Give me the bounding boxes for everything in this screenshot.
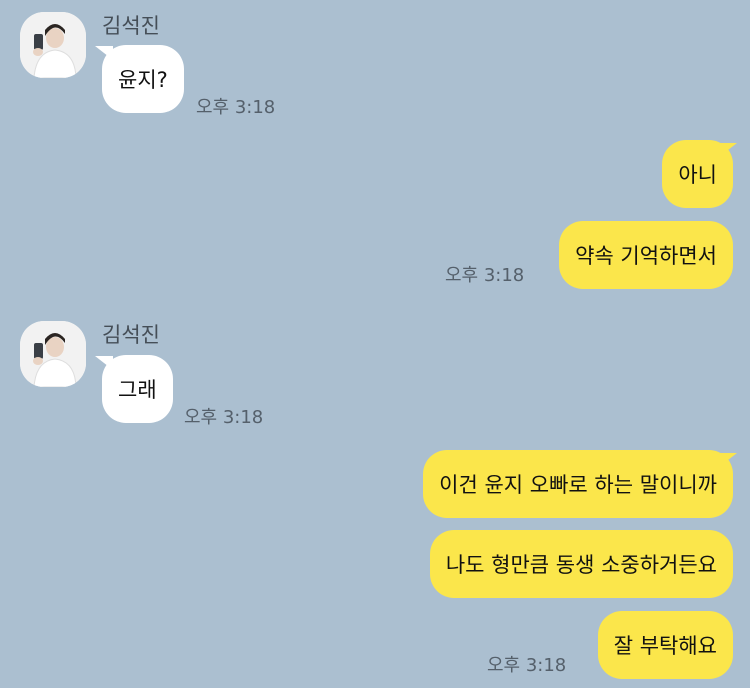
outgoing-message-bubble[interactable]: 약속 기억하면서 (559, 221, 733, 289)
message-timestamp: 오후 3:18 (196, 97, 276, 118)
sender-name: 김석진 (102, 14, 160, 38)
outgoing-message-bubble[interactable]: 나도 형만큼 동생 소중하거든요 (429, 530, 733, 598)
incoming-message-bubble[interactable]: 윤지? (102, 45, 184, 113)
message-timestamp: 오후 3:18 (487, 655, 567, 676)
avatar[interactable] (20, 12, 86, 78)
outgoing-message-bubble[interactable]: 아니 (662, 140, 733, 208)
incoming-message-bubble[interactable]: 그래 (102, 355, 173, 423)
message-timestamp: 오후 3:18 (445, 265, 525, 286)
profile-photo-icon (20, 12, 86, 78)
outgoing-message-bubble[interactable]: 잘 부탁해요 (597, 611, 733, 679)
avatar[interactable] (20, 321, 86, 387)
profile-photo-icon (20, 321, 86, 387)
sender-name: 김석진 (102, 323, 160, 347)
outgoing-message-bubble[interactable]: 이건 윤지 오빠로 하는 말이니까 (423, 450, 733, 518)
message-timestamp: 오후 3:18 (184, 407, 264, 428)
